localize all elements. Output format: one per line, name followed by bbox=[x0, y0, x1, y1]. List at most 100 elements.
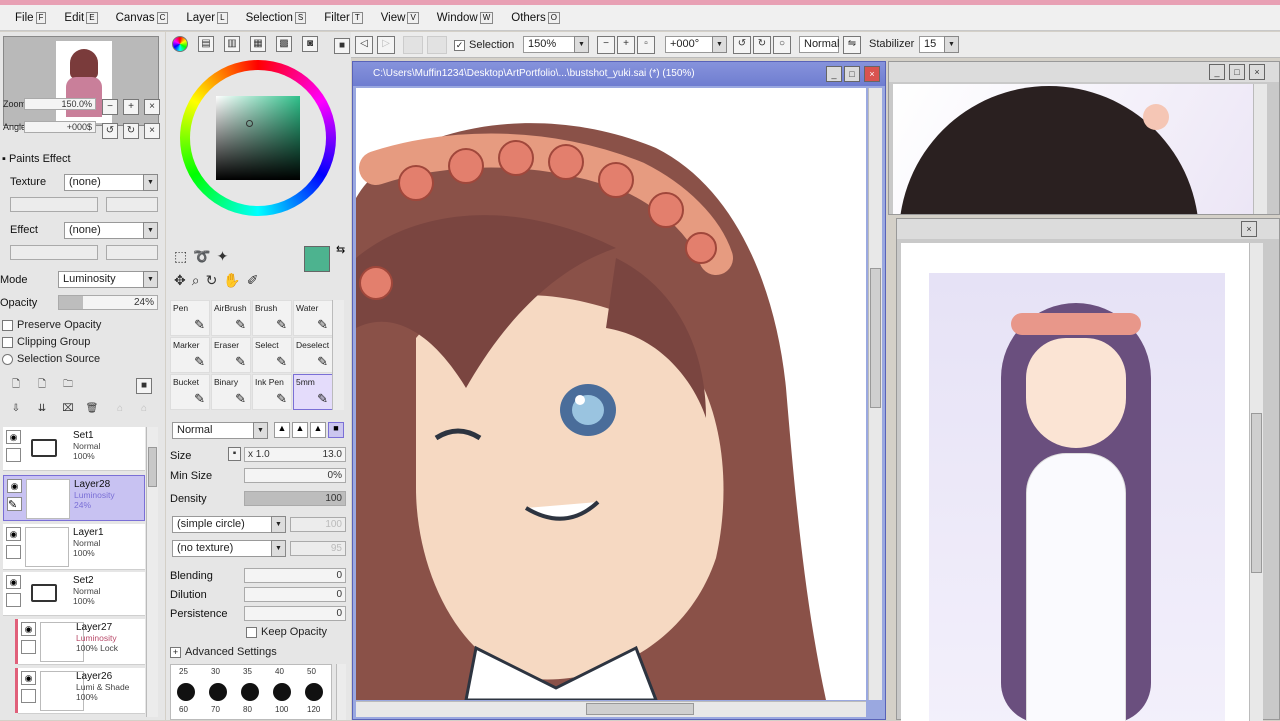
close-icon[interactable]: × bbox=[1241, 221, 1257, 237]
brush-preset-dot[interactable] bbox=[273, 683, 291, 701]
hsv-slider-tab-icon[interactable]: ▥ bbox=[224, 36, 240, 52]
shape-square-icon[interactable]: ■ bbox=[328, 422, 344, 438]
layer-row-set1[interactable]: ◉ Set1 Normal 100% bbox=[3, 427, 145, 471]
maximize-icon[interactable]: □ bbox=[1229, 64, 1245, 80]
eye-icon[interactable]: ◉ bbox=[6, 527, 21, 541]
minimize-icon[interactable]: _ bbox=[1209, 64, 1225, 80]
persistence-slider[interactable]: 0 bbox=[244, 606, 346, 621]
new-folder-icon[interactable]: 🗀 bbox=[60, 378, 76, 394]
delete-layer-icon[interactable]: 🗑 bbox=[84, 402, 100, 418]
brush-shape-dropdown[interactable]: (simple circle) ▼ bbox=[172, 516, 286, 533]
layer-row-layer27[interactable]: ◉ Layer27 Luminosity 100% Lock bbox=[15, 619, 145, 665]
layer-row-layer1[interactable]: ◉ Layer1 Normal 100% bbox=[3, 524, 145, 570]
layer-row-layer28[interactable]: ◉ ✎ Layer28 Luminosity 24% bbox=[3, 475, 145, 521]
undo-icon[interactable]: ◁ bbox=[355, 36, 373, 54]
eye-icon[interactable]: ◉ bbox=[6, 575, 21, 589]
scratchpad-tab-icon[interactable]: ◙ bbox=[302, 36, 318, 52]
color-wheel-tab-icon[interactable] bbox=[172, 36, 188, 52]
swatches-tab-icon[interactable]: ▩ bbox=[276, 36, 292, 52]
tool-grid-scrollbar[interactable] bbox=[332, 300, 344, 410]
shape-soft-icon[interactable]: ▲ bbox=[310, 422, 326, 438]
layer-mode-dropdown[interactable]: Luminosity ▼ bbox=[58, 271, 158, 288]
eye-icon[interactable]: ◉ bbox=[21, 671, 36, 685]
rotate-reset-icon[interactable]: ○ bbox=[773, 36, 791, 54]
layer-lock-toggle[interactable] bbox=[21, 640, 36, 654]
hand-icon[interactable]: ✋ bbox=[223, 272, 240, 289]
tool-ink-pen[interactable]: Ink Pen ✎ bbox=[252, 374, 292, 410]
texture-strength-slider[interactable] bbox=[106, 197, 158, 212]
tool-water[interactable]: Water ✎ bbox=[293, 300, 333, 336]
blending-slider[interactable]: 0 bbox=[244, 568, 346, 583]
canvas-vertical-scrollbar[interactable] bbox=[868, 88, 882, 700]
clear-layer-icon[interactable]: ⌧ bbox=[60, 402, 76, 418]
zoom-in-icon[interactable]: + bbox=[617, 36, 635, 54]
reference-top-scrollbar[interactable] bbox=[1253, 84, 1267, 214]
menu-others[interactable]: Others O bbox=[502, 11, 569, 24]
angle-dropdown[interactable]: +000° ▼ bbox=[665, 36, 727, 53]
menu-selection[interactable]: Selection S bbox=[237, 11, 316, 24]
redo-icon[interactable]: ▷ bbox=[377, 36, 395, 54]
layer-row-set2[interactable]: ◉ Set2 Normal 100% bbox=[3, 572, 145, 616]
shape-flat-icon[interactable]: ▲ bbox=[274, 422, 290, 438]
drawing-canvas[interactable] bbox=[356, 88, 866, 700]
reference-bottom-scrollbar[interactable] bbox=[1249, 243, 1263, 721]
invert-selection-button[interactable] bbox=[427, 36, 447, 54]
texture-dropdown[interactable]: (none) ▼ bbox=[64, 174, 158, 191]
layer-lock-toggle[interactable] bbox=[6, 448, 21, 462]
brush-texture-dropdown[interactable]: (no texture) ▼ bbox=[172, 540, 286, 557]
density-slider[interactable]: 100 bbox=[244, 491, 346, 506]
eye-icon[interactable]: ◉ bbox=[6, 430, 21, 444]
layer-list-scrollbar[interactable] bbox=[146, 427, 158, 717]
brush-preset-dot[interactable] bbox=[241, 683, 259, 701]
rotate-left-button[interactable]: ↺ bbox=[102, 123, 118, 139]
brush-texture-strength[interactable]: 95 bbox=[290, 541, 346, 556]
panel-toggle-icon[interactable]: ■ bbox=[334, 38, 350, 54]
dilution-slider[interactable]: 0 bbox=[244, 587, 346, 602]
tool-bucket[interactable]: Bucket ✎ bbox=[170, 374, 210, 410]
angle-slider[interactable]: +000$ bbox=[24, 121, 96, 133]
eye-icon[interactable]: ◉ bbox=[21, 622, 36, 636]
rect-select-icon[interactable]: ⬚ bbox=[174, 248, 187, 265]
texture-scale-slider[interactable] bbox=[10, 197, 98, 212]
tool-eraser[interactable]: Eraser ✎ bbox=[211, 337, 251, 373]
new-linework-layer-icon[interactable]: 🗋 bbox=[34, 378, 50, 394]
eyedropper-icon[interactable]: ✐ bbox=[247, 272, 259, 289]
zoom-icon[interactable]: ⌕ bbox=[192, 272, 200, 289]
keep-opacity-checkbox[interactable]: Keep Opacity bbox=[246, 626, 327, 638]
close-icon[interactable]: × bbox=[1249, 64, 1265, 80]
minimize-icon[interactable]: _ bbox=[826, 66, 842, 82]
tool-binary[interactable]: Binary ✎ bbox=[211, 374, 251, 410]
selection-source-checkbox[interactable]: Selection Source bbox=[2, 353, 100, 365]
close-icon[interactable]: × bbox=[864, 66, 880, 82]
layer-lock-toggle[interactable] bbox=[21, 689, 36, 703]
magic-wand-icon[interactable]: ✦ bbox=[217, 248, 229, 265]
rotate-right-button[interactable]: ↻ bbox=[123, 123, 139, 139]
tool-brush[interactable]: Brush ✎ bbox=[252, 300, 292, 336]
tool-select[interactable]: Select ✎ bbox=[252, 337, 292, 373]
merge-down-icon[interactable]: ⇊ bbox=[34, 402, 50, 418]
presets-scrollbar[interactable] bbox=[336, 664, 346, 720]
saturation-value-square[interactable] bbox=[216, 96, 300, 180]
zoom-slider[interactable]: 150.0% bbox=[24, 98, 96, 110]
paint-effect-header[interactable]: ▪ Paints Effect bbox=[2, 153, 71, 165]
canvas-horizontal-scrollbar[interactable] bbox=[356, 701, 866, 717]
selection-visibility-checkbox[interactable]: ✓ Selection bbox=[454, 37, 514, 54]
rotate-cw-icon[interactable]: ↻ bbox=[753, 36, 771, 54]
brush-preset-dot[interactable] bbox=[209, 683, 227, 701]
menu-view[interactable]: View V bbox=[372, 11, 428, 24]
menu-file[interactable]: File F bbox=[6, 11, 55, 24]
preserve-opacity-checkbox[interactable]: Preserve Opacity bbox=[2, 319, 101, 331]
menu-window[interactable]: Window W bbox=[428, 11, 502, 24]
brush-preset-dot[interactable] bbox=[177, 683, 195, 701]
size-toggle-button[interactable]: ▪ bbox=[228, 447, 241, 461]
deselect-button[interactable] bbox=[403, 36, 423, 54]
rotate-ccw-icon[interactable]: ↺ bbox=[733, 36, 751, 54]
rgb-slider-tab-icon[interactable]: ▤ bbox=[198, 36, 214, 52]
layer-opacity-slider[interactable]: 24% bbox=[58, 295, 158, 310]
layer-lock-toggle[interactable] bbox=[6, 593, 21, 607]
move-icon[interactable]: ✥ bbox=[174, 272, 186, 289]
tool-marker[interactable]: Marker ✎ bbox=[170, 337, 210, 373]
color-wheel[interactable] bbox=[180, 60, 336, 216]
flip-view-icon[interactable]: ⇋ bbox=[843, 36, 861, 54]
menu-layer[interactable]: Layer L bbox=[177, 11, 236, 24]
